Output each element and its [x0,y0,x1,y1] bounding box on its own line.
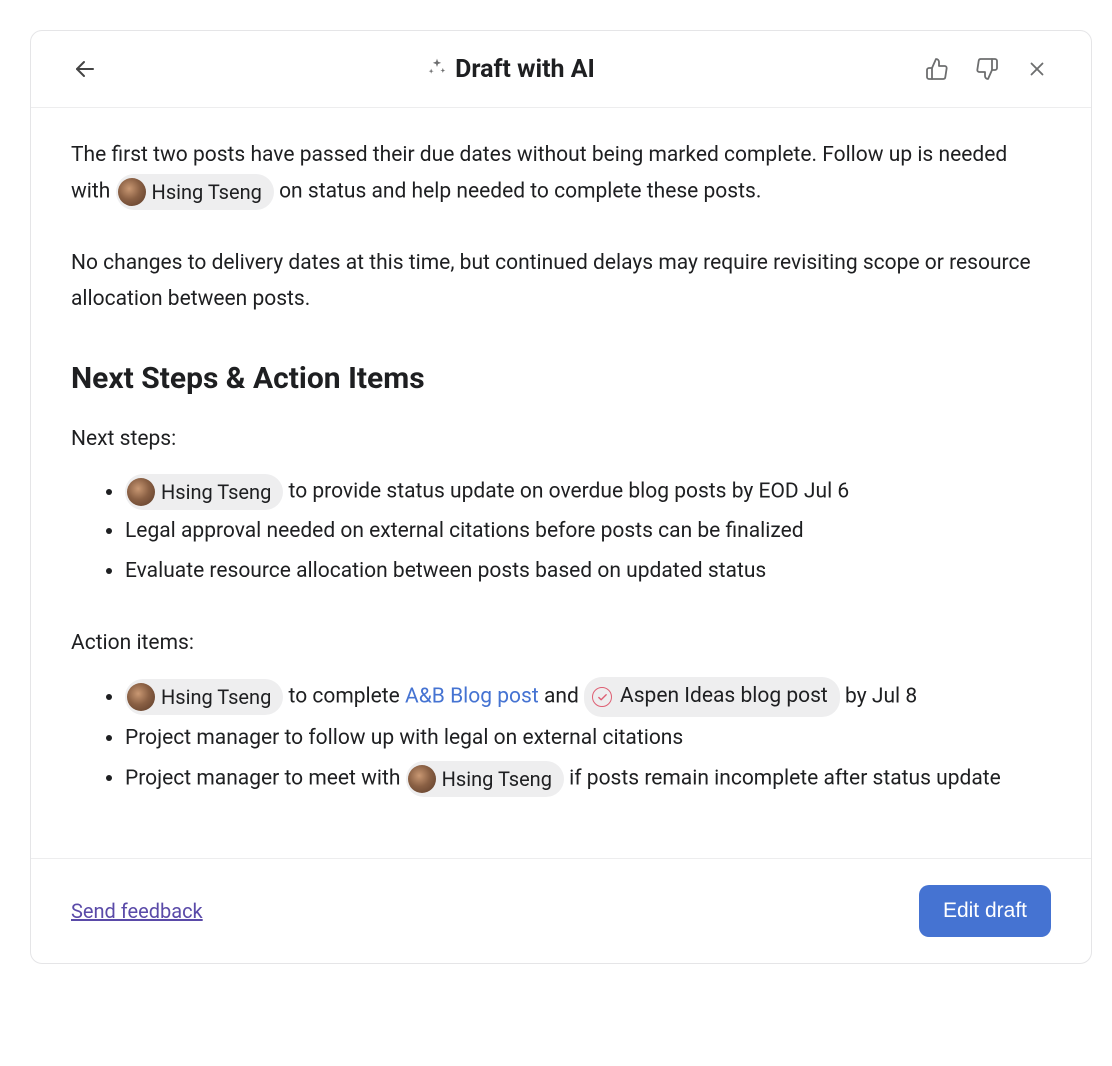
check-circle-icon [592,687,612,707]
panel-header: Draft with AI [31,31,1091,108]
panel-footer: Send feedback Edit draft [31,858,1091,963]
avatar [127,683,155,711]
action-items-list: Hsing Tseng to complete A&B Blog post an… [71,677,1051,797]
edit-draft-button[interactable]: Edit draft [919,885,1051,937]
list-item: Legal approval needed on external citati… [125,514,1051,550]
arrow-left-icon [73,57,97,81]
next-steps-label: Next steps: [71,422,1051,458]
panel-title: Draft with AI [455,55,595,84]
list-item-text: if posts remain incomplete after status … [569,766,1001,790]
send-feedback-link[interactable]: Send feedback [71,899,203,923]
list-item: Evaluate resource allocation between pos… [125,554,1051,590]
list-item-text: to complete [289,685,405,709]
action-items-label: Action items: [71,626,1051,662]
user-mention-hsing[interactable]: Hsing Tseng [125,474,283,510]
intro-paragraph-2: No changes to delivery dates at this tim… [71,246,1051,317]
mention-name: Hsing Tseng [152,175,262,209]
close-icon [1026,58,1048,80]
task-chip-label: Aspen Ideas blog post [620,679,828,715]
section-heading: Next Steps & Action Items [71,353,1051,404]
list-item: Project manager to meet with Hsing Tseng… [125,761,1051,797]
mention-name: Hsing Tseng [161,680,271,714]
intro-text-after: on status and help needed to complete th… [279,179,761,203]
avatar [118,178,146,206]
list-item-text: by Jul 8 [845,685,917,709]
list-item-text: to provide status update on overdue blog… [289,480,850,504]
next-steps-list: Hsing Tseng to provide status update on … [71,474,1051,590]
list-item: Hsing Tseng to provide status update on … [125,474,1051,510]
thumbs-up-button[interactable] [921,53,953,85]
thumbs-up-icon [925,57,949,81]
user-mention-hsing[interactable]: Hsing Tseng [116,174,274,210]
intro-paragraph-1: The first two posts have passed their du… [71,138,1051,210]
task-link-ab-blog[interactable]: A&B Blog post [405,685,539,709]
list-item-text: Project manager to meet with [125,766,406,790]
task-chip-aspen[interactable]: Aspen Ideas blog post [584,677,840,717]
avatar [127,478,155,506]
user-mention-hsing[interactable]: Hsing Tseng [125,679,283,715]
header-actions [921,53,1053,85]
list-item: Project manager to follow up with legal … [125,721,1051,757]
thumbs-down-icon [975,57,999,81]
draft-body: The first two posts have passed their du… [31,108,1091,858]
sparkles-icon [427,57,447,81]
title-wrap: Draft with AI [101,55,921,84]
thumbs-down-button[interactable] [971,53,1003,85]
close-button[interactable] [1021,53,1053,85]
list-item: Hsing Tseng to complete A&B Blog post an… [125,677,1051,717]
user-mention-hsing[interactable]: Hsing Tseng [406,761,564,797]
mention-name: Hsing Tseng [161,475,271,509]
avatar [408,765,436,793]
mention-name: Hsing Tseng [442,762,552,796]
ai-draft-panel: Draft with AI The first two posts have p… [30,30,1092,964]
back-button[interactable] [69,53,101,85]
list-item-text: and [544,685,584,709]
